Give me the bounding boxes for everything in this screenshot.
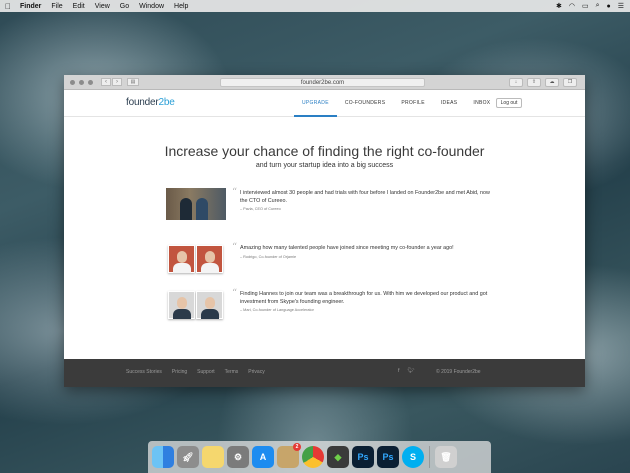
footer-link-terms[interactable]: Terms [225,369,239,375]
testimonial: “ I interviewed almost 30 people and had… [166,188,496,224]
site-footer: Success Stories Pricing Support Terms Pr… [64,359,585,387]
system-preferences-icon[interactable]: ⚙ [227,446,249,468]
photoshop-icon[interactable]: Ps [352,446,374,468]
footer-link-privacy[interactable]: Privacy [248,369,264,375]
testimonial-quote: I interviewed almost 30 people and had t… [240,190,490,204]
footer-link-pricing[interactable]: Pricing [172,369,187,375]
menu-edit[interactable]: Edit [73,3,85,10]
menu-window[interactable]: Window [139,3,164,10]
testimonial-quote: Finding Hannes to join our team was a br… [240,291,488,305]
evernote-icon[interactable]: ◆ [327,446,349,468]
logo-text: founder [126,97,159,108]
quote-icon: “ [232,288,238,299]
social-links: f 🐦︎ [398,368,415,374]
testimonial-author: – Rodrigo, Co-founder of Orjamie [240,254,297,259]
page-subtitle: and turn your startup idea into a big su… [255,162,394,169]
bluetooth-icon[interactable]: ✱ [556,2,562,10]
history-buttons: ‹ › [101,78,122,86]
person-photo [196,291,223,319]
finder-icon[interactable] [152,446,174,468]
testimonial: “ Finding Hannes to join our team was a … [166,289,496,325]
skype-icon[interactable]: S [402,446,424,468]
testimonial-text: Finding Hannes to join our team was a br… [240,291,490,315]
footer-link-success-stories[interactable]: Success Stories [126,369,162,375]
logout-button[interactable]: Log out [496,98,522,108]
launchpad-icon[interactable]: 🚀︎ [177,446,199,468]
testimonial-text: Amazing how many talented people have jo… [240,245,490,261]
testimonial-photo [166,188,226,220]
share-icon[interactable]: ⇧ [527,78,541,87]
address-bar[interactable]: founder2be.com [220,78,425,87]
site-navigation: founder2be UPGRADE CO-FOUNDERS PROFILE I… [64,90,585,117]
nav-inbox[interactable]: INBOX [465,90,498,117]
battery-icon[interactable]: ▭ [582,2,589,10]
quote-icon: “ [232,242,238,253]
zoom-icon[interactable] [88,79,93,85]
nav-profile[interactable]: PROFILE [393,90,433,117]
dock: 🚀︎ ⚙ A 2 ◆ Ps Ps S 🗑︎ [148,441,491,473]
app-store-icon[interactable]: A [252,446,274,468]
chrome-icon[interactable] [302,446,324,468]
testimonial-author: – Pavla, CEO of Cureeo [240,207,281,211]
browser-toolbar: ‹ › ▤ founder2be.com ↓ ⇧ ☁ ❐ [64,75,585,90]
nav-co-founders[interactable]: CO-FOUNDERS [337,90,394,117]
status-area: ✱ ◠ ▭ ⌕ ● ☰ [556,2,624,10]
minimize-icon[interactable] [79,79,84,85]
testimonial-text: I interviewed almost 30 people and had t… [240,190,490,214]
window-controls [70,79,93,85]
notes-icon[interactable] [202,446,224,468]
person-silhouette [180,198,192,220]
facebook-icon[interactable]: f [398,368,400,374]
downloads-icon[interactable]: ↓ [509,78,523,87]
menu-file[interactable]: File [51,3,62,10]
founder2be-logo[interactable]: founder2be [126,97,175,108]
icloud-tabs-icon[interactable]: ☁ [545,78,559,87]
dock-separator [429,446,430,468]
menu-help[interactable]: Help [174,3,188,10]
browser-window: ‹ › ▤ founder2be.com ↓ ⇧ ☁ ❐ founder2be … [64,75,585,387]
notification-badge: 2 [293,443,301,451]
toolbar-actions: ↓ ⇧ ☁ ❐ [509,78,577,87]
menu-go[interactable]: Go [120,3,129,10]
trash-icon[interactable]: 🗑︎ [435,446,457,468]
copyright: © 2019 Founder2be [436,369,481,375]
testimonial-photo [166,289,226,321]
nav-ideas[interactable]: IDEAS [433,90,466,117]
menu-view[interactable]: View [95,3,110,10]
footer-links: Success Stories Pricing Support Terms Pr… [126,369,265,375]
twitter-icon[interactable]: 🐦︎ [408,368,415,374]
logo-accent: 2be [158,97,175,108]
sidebar-icon[interactable]: ▤ [127,78,139,86]
search-icon[interactable]: ⌕ [596,2,600,10]
nav-upgrade[interactable]: UPGRADE [294,90,337,117]
forward-icon[interactable]: › [112,78,122,86]
back-icon[interactable]: ‹ [101,78,111,86]
photoshop-icon[interactable]: Ps [377,446,399,468]
menu-finder[interactable]: Finder [20,3,41,10]
testimonial-quote: Amazing how many talented people have jo… [240,245,454,251]
apple-icon[interactable]:  [5,2,13,11]
page-title: Increase your chance of finding the righ… [164,143,485,159]
footer-link-support[interactable]: Support [197,369,215,375]
notification-center-icon[interactable]: ☰ [618,2,624,10]
wifi-icon[interactable]: ◠ [569,2,575,10]
nav-tabs: UPGRADE CO-FOUNDERS PROFILE IDEAS INBOX [294,90,498,117]
testimonial-photo [166,243,226,275]
person-photo [168,291,195,319]
user-icon[interactable]: ● [606,3,610,10]
close-icon[interactable] [70,79,75,85]
person-photo [168,245,195,273]
preview-icon[interactable]: 2 [277,443,301,468]
testimonial: “ Amazing how many talented people have … [166,243,496,279]
person-photo [196,245,223,273]
testimonial-author: – Mari, Co-founder of Language Accelerat… [240,308,314,312]
quote-icon: “ [232,187,238,198]
person-silhouette [196,198,208,220]
menu-bar:  Finder File Edit View Go Window Help ✱… [0,0,630,12]
tabs-overview-icon[interactable]: ❐ [563,78,577,87]
